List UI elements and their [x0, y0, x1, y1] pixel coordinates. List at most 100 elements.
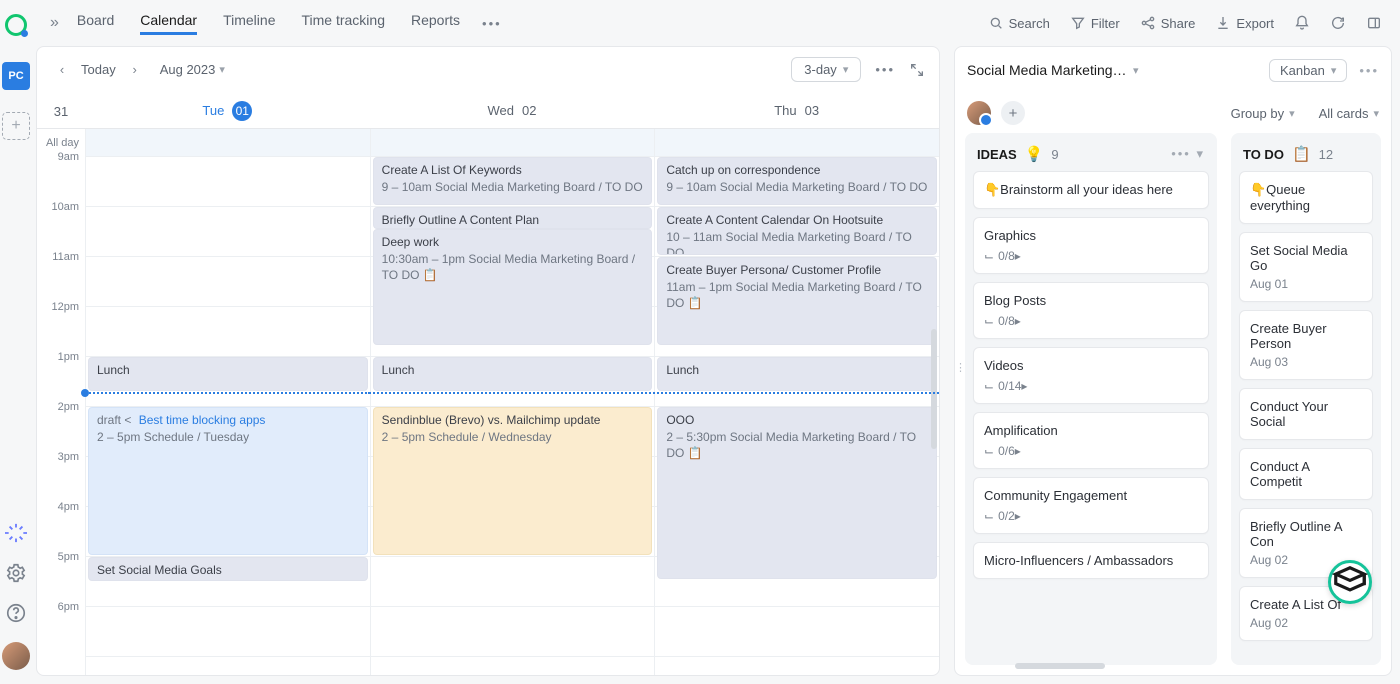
- nav-tabs: Board Calendar Timeline Time tracking Re…: [77, 12, 460, 35]
- kanban-card[interactable]: 👇Queue everything: [1239, 171, 1373, 224]
- calendar-event[interactable]: OOO2 – 5:30pm Social Media Marketing Boa…: [657, 407, 937, 579]
- calendar-event[interactable]: draft < Best time blocking apps2 – 5pm S…: [88, 407, 368, 555]
- kanban-card[interactable]: Community Engagement⌙ 0/2▸: [973, 477, 1209, 534]
- share-button[interactable]: Share: [1140, 15, 1196, 31]
- calendar-event[interactable]: Lunch: [373, 357, 653, 391]
- calendar-day-col-3[interactable]: Thu 03: [654, 93, 939, 128]
- calendar-month-picker[interactable]: Aug 2023 ▾: [160, 62, 225, 77]
- event-title: Lunch: [382, 362, 644, 378]
- calendar-column[interactable]: Create A List Of Keywords9 – 10am Social…: [370, 129, 655, 675]
- calendar-event[interactable]: Create A Content Calendar On Hootsuite10…: [657, 207, 937, 255]
- notifications-button[interactable]: [1294, 15, 1310, 31]
- subtask-icon: ⌙: [984, 379, 994, 393]
- column-header[interactable]: IDEAS💡9••• ▾: [965, 133, 1217, 171]
- kanban-card[interactable]: Micro-Influencers / Ambassadors: [973, 542, 1209, 579]
- subtask-icon: ⌙: [984, 249, 994, 263]
- sparkle-icon[interactable]: [5, 522, 27, 544]
- calendar-expand-icon[interactable]: [909, 62, 925, 78]
- calendar-month-label: Aug 2023: [160, 62, 216, 77]
- board-view-picker[interactable]: Kanban ▾: [1269, 59, 1347, 82]
- calendar-view-picker[interactable]: 3-day ▾: [791, 57, 861, 82]
- workspace-badge[interactable]: PC: [2, 62, 30, 90]
- tab-time-tracking[interactable]: Time tracking: [301, 12, 385, 35]
- card-title: Briefly Outline A Con: [1250, 519, 1362, 549]
- board-more-icon[interactable]: •••: [1359, 63, 1379, 78]
- event-title: OOO: [666, 412, 928, 428]
- calendar-event[interactable]: Sendinblue (Brevo) vs. Mailchimp update2…: [373, 407, 653, 555]
- hour-label: 11am: [52, 251, 79, 263]
- calendar-event[interactable]: Create A List Of Keywords9 – 10am Social…: [373, 157, 653, 205]
- event-meta: 10:30am – 1pm Social Media Marketing Boa…: [382, 251, 644, 283]
- export-button[interactable]: Export: [1215, 15, 1274, 31]
- add-assignee-button[interactable]: +: [1001, 101, 1025, 125]
- calendar-day-num: 02: [522, 103, 536, 118]
- tab-reports[interactable]: Reports: [411, 12, 460, 35]
- event-meta: 2 – 5:30pm Social Media Marketing Board …: [666, 429, 928, 461]
- kanban-card[interactable]: Videos⌙ 0/14▸: [973, 347, 1209, 404]
- calendar-day-col-1[interactable]: Tue 01: [85, 93, 370, 128]
- calendar-grid[interactable]: Lunchdraft < Best time blocking apps2 – …: [85, 129, 939, 675]
- kanban-card[interactable]: Graphics⌙ 0/8▸: [973, 217, 1209, 274]
- calendar-header: 31 Tue 01 Wed 02 Thu 03: [37, 93, 939, 129]
- calendar-event[interactable]: Deep work10:30am – 1pm Social Media Mark…: [373, 229, 653, 345]
- calendar-day-col-2[interactable]: Wed 02: [370, 93, 655, 128]
- kanban-card[interactable]: Blog Posts⌙ 0/8▸: [973, 282, 1209, 339]
- column-header[interactable]: TO DO📋12: [1231, 133, 1381, 171]
- calendar-body: All day 9am 10am 11am 12pm 1pm 2pm 3pm 4…: [37, 129, 939, 675]
- kanban-card[interactable]: Conduct Your Social: [1239, 388, 1373, 440]
- card-title: Conduct A Competit: [1250, 459, 1362, 489]
- collapse-icon[interactable]: »: [50, 14, 59, 32]
- event-meta: 9 – 10am Social Media Marketing Board / …: [382, 179, 644, 195]
- calendar-today-button[interactable]: Today: [81, 62, 116, 77]
- calendar-column[interactable]: Lunch draft < Best time blocking apps2 – …: [85, 129, 370, 675]
- calendar-event[interactable]: Create Buyer Persona/ Customer Profile11…: [657, 257, 937, 345]
- event-title: draft < Best time blocking apps: [97, 412, 359, 428]
- subtask-icon: ⌙: [984, 444, 994, 458]
- user-avatar[interactable]: [2, 642, 30, 670]
- chevron-down-icon: ▾: [1133, 64, 1139, 77]
- allcards-picker[interactable]: All cards ▾: [1319, 106, 1379, 121]
- calendar-time-gutter: All day 9am 10am 11am 12pm 1pm 2pm 3pm 4…: [37, 129, 85, 675]
- help-icon[interactable]: [5, 602, 27, 624]
- calendar-event[interactable]: Lunch: [657, 357, 937, 391]
- filter-button[interactable]: Filter: [1070, 15, 1120, 31]
- calendar-column[interactable]: Catch up on correspondence9 – 10am Socia…: [654, 129, 939, 675]
- hour-label: 3pm: [58, 451, 79, 463]
- kanban-card[interactable]: Amplification⌙ 0/6▸: [973, 412, 1209, 469]
- card-subtask-count: ⌙ 0/8▸: [984, 314, 1198, 328]
- panel-icon: [1366, 15, 1382, 31]
- subtask-icon: ⌙: [984, 314, 994, 328]
- calendar-view-label: 3-day: [804, 62, 837, 77]
- calendar-event[interactable]: Catch up on correspondence9 – 10am Socia…: [657, 157, 937, 205]
- board-title-picker[interactable]: Social Media Marketing B… ▾: [967, 62, 1139, 78]
- tab-timeline[interactable]: Timeline: [223, 12, 275, 35]
- board-scrollbar[interactable]: [1015, 663, 1105, 669]
- kanban-card[interactable]: Conduct A Competit: [1239, 448, 1373, 500]
- app-logo[interactable]: [5, 14, 27, 36]
- calendar-more-icon[interactable]: •••: [875, 62, 895, 77]
- nav-more-icon[interactable]: •••: [482, 16, 502, 31]
- search-button[interactable]: Search: [988, 15, 1050, 31]
- calendar-scrollbar[interactable]: [931, 329, 937, 449]
- calendar-event[interactable]: Lunch: [88, 357, 368, 391]
- assignee-avatar[interactable]: [967, 101, 991, 125]
- panel-toggle-button[interactable]: [1366, 15, 1382, 31]
- add-workspace-button[interactable]: +: [2, 112, 30, 140]
- kanban-card[interactable]: 👇Brainstorm all your ideas here: [973, 171, 1209, 209]
- calendar-dow: Wed: [488, 103, 515, 118]
- help-fab[interactable]: [1328, 560, 1372, 604]
- gear-icon[interactable]: [5, 562, 27, 584]
- calendar-next-button[interactable]: ›: [124, 59, 146, 81]
- calendar-event[interactable]: Set Social Media Goals: [88, 557, 368, 581]
- column-controls[interactable]: ••• ▾: [1171, 146, 1205, 162]
- calendar-prev-button[interactable]: ‹: [51, 59, 73, 81]
- refresh-button[interactable]: [1330, 15, 1346, 31]
- kanban-card[interactable]: Set Social Media GoAug 01: [1239, 232, 1373, 302]
- event-title: Create Buyer Persona/ Customer Profile: [666, 262, 928, 278]
- kanban-card[interactable]: Create Buyer PersonAug 03: [1239, 310, 1373, 380]
- tab-board[interactable]: Board: [77, 12, 114, 35]
- tab-calendar[interactable]: Calendar: [140, 12, 197, 35]
- groupby-picker[interactable]: Group by ▾: [1231, 106, 1295, 121]
- chevron-down-icon: ▾: [1289, 107, 1295, 120]
- calendar-event[interactable]: Briefly Outline A Content Plan: [373, 207, 653, 229]
